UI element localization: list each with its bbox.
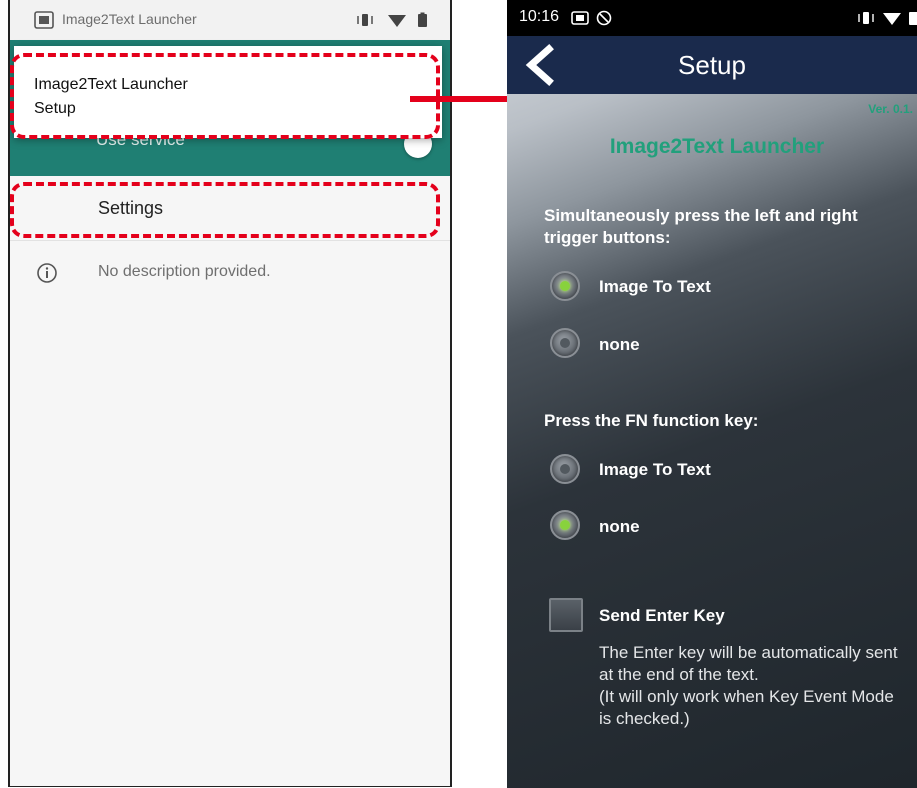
battery-icon: [909, 12, 917, 25]
info-icon: [37, 263, 57, 283]
fn-key-heading: Press the FN function key:: [544, 411, 759, 430]
app-icon: [34, 11, 54, 29]
trigger-image-to-text-label[interactable]: Image To Text: [599, 277, 711, 297]
status-time: 10:16: [519, 8, 560, 25]
status-app-name: Image2Text Launcher: [62, 11, 197, 27]
trigger-buttons-heading: Simultaneously press the left and right …: [544, 206, 858, 247]
fn-image-to-text-radio[interactable]: [550, 454, 580, 484]
highlight-popup-box: [10, 53, 440, 139]
right-status-bar: 10:16: [507, 0, 917, 36]
trigger-image-to-text-radio[interactable]: [550, 271, 580, 301]
fn-none-radio[interactable]: [550, 510, 580, 540]
status-icons: [357, 12, 427, 27]
trigger-none-label[interactable]: none: [599, 335, 640, 355]
status-system-icons: [858, 12, 917, 25]
app-title: Image2Text Launcher: [609, 135, 825, 158]
description-text: No description provided.: [98, 263, 271, 280]
highlight-settings-box: [10, 182, 440, 238]
send-enter-key-checkbox[interactable]: [549, 598, 583, 632]
wifi-icon: [388, 15, 406, 27]
battery-icon: [418, 12, 427, 27]
vibrate-icon: [357, 14, 373, 26]
fn-none-label[interactable]: none: [599, 517, 640, 537]
right-phone-screen: 10:16 Setup Ver. 0.1. Image2Text Launche…: [507, 0, 917, 788]
trigger-none-radio[interactable]: [550, 328, 580, 358]
vibrate-icon: [858, 12, 874, 24]
wifi-icon: [883, 13, 901, 25]
status-notification-icons: [571, 10, 612, 26]
setup-title: Setup: [678, 50, 746, 80]
version-label: Ver. 0.1.: [868, 102, 913, 116]
fn-image-to-text-label[interactable]: Image To Text: [599, 460, 711, 480]
left-status-bar: Image2Text Launcher: [10, 0, 450, 40]
send-enter-key-description: The Enter key will be automatically sent…: [599, 643, 898, 728]
setup-app-bar: Setup: [507, 36, 917, 94]
send-enter-key-label[interactable]: Send Enter Key: [599, 606, 725, 626]
